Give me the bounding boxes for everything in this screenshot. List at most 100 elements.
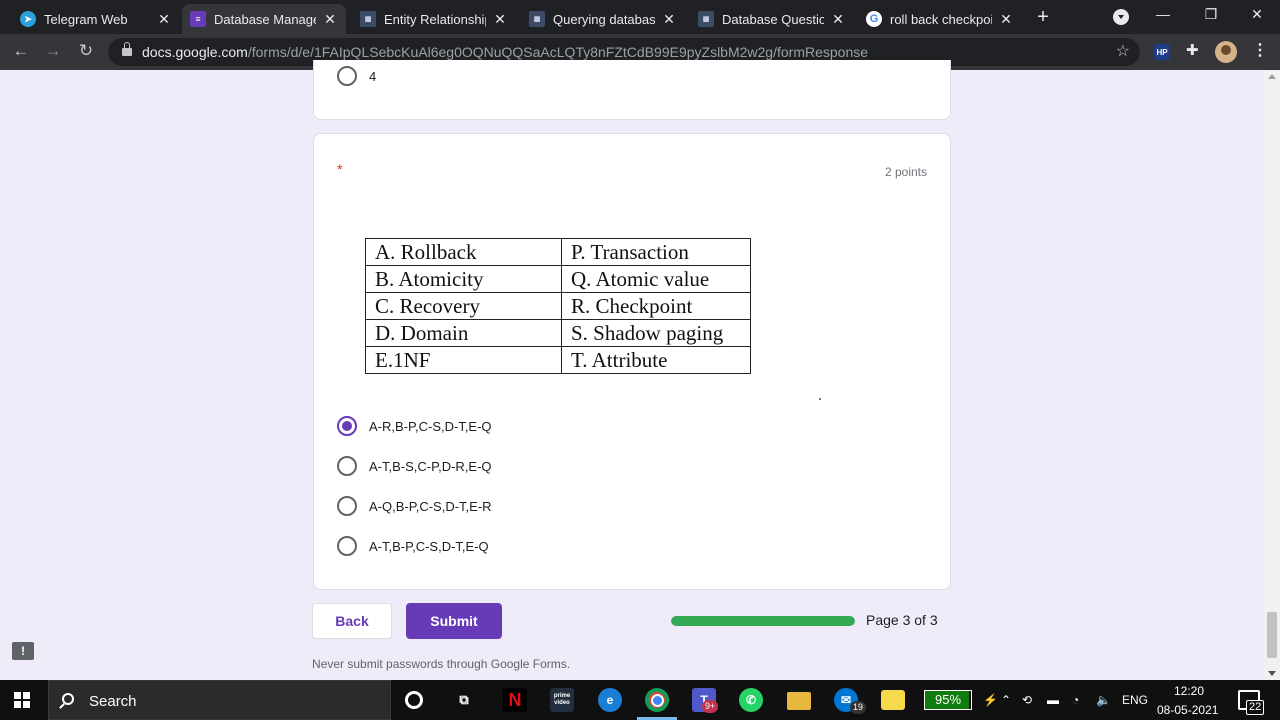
url-text[interactable]: docs.google.com/forms/d/e/1FAIpQLSebcKuA… [142,44,868,60]
whatsapp-icon[interactable]: ✆ [739,688,763,712]
tab-database-questions[interactable]: ▦ Database Questions ✕ [690,4,854,34]
tab-querying-database[interactable]: ▦ Querying database ✕ [521,4,685,34]
module-icon: ▦ [529,11,545,27]
tab-title: Database Questions [722,11,824,27]
scroll-up-icon[interactable] [1268,74,1276,79]
sync-icon[interactable]: ⟲ [1022,693,1032,707]
submit-button[interactable]: Submit [406,603,502,639]
close-icon[interactable]: ✕ [661,11,677,28]
option-label[interactable]: A-T,B-P,C-S,D-T,E-Q [369,539,489,554]
tab-database-management[interactable]: ≡ Database Managem ✕ [182,4,346,34]
table-row: B. Atomicity Q. Atomic value [365,265,751,293]
radio-option-4[interactable] [337,536,357,556]
forward-arrow-icon[interactable]: → [42,41,64,61]
previous-question-card: 4 [313,60,951,120]
taskbar-search-label: Search [89,693,137,710]
google-forms-icon: ≡ [190,11,206,27]
table-cell: A. Rollback [365,238,562,266]
cortana-icon[interactable] [405,691,423,709]
radio-option-2[interactable] [337,456,357,476]
table-row: A. Rollback P. Transaction [365,238,751,266]
table-cell: P. Transaction [561,238,751,266]
chrome-icon[interactable] [645,688,669,712]
bookmark-star-icon[interactable]: ☆ [1116,41,1130,61]
feedback-icon[interactable]: ! [12,642,34,660]
power-icon[interactable]: ⚡ [983,693,998,707]
table-cell: T. Attribute [561,346,751,374]
netflix-icon[interactable]: N [503,688,527,712]
required-mark: * [337,161,343,177]
radio-option-previous[interactable] [337,66,357,86]
search-icon [62,693,74,705]
battery-indicator[interactable]: 95% [924,690,972,710]
option-label: 4 [369,69,377,84]
radio-option-1[interactable] [337,416,357,436]
close-icon[interactable]: ✕ [156,11,172,28]
module-icon: ▦ [360,11,376,27]
close-icon[interactable]: ✕ [830,11,846,28]
option-label[interactable]: A-R,B-P,C-S,D-T,E-Q [369,419,492,434]
restore-icon[interactable]: ❐ [1201,6,1221,23]
google-icon: G [866,11,882,27]
new-tab-button[interactable]: + [1033,6,1053,29]
minimize-icon[interactable]: — [1153,6,1173,22]
table-cell: B. Atomicity [365,265,562,293]
table-cell: D. Domain [365,319,562,347]
table-row: C. Recovery R. Checkpoint [365,292,751,320]
table-row: D. Domain S. Shadow paging [365,319,751,347]
input-language[interactable]: ENG [1122,693,1148,707]
tab-title: Entity Relationship M [384,11,486,27]
module-icon: ▦ [698,11,714,27]
table-cell: S. Shadow paging [561,319,751,347]
display-icon[interactable]: ▬ [1047,693,1059,707]
table-row: E.1NF T. Attribute [365,346,751,374]
task-view-icon[interactable]: ⧉ [452,688,476,712]
tab-title: Database Managem [214,11,316,27]
windows-taskbar: Search ⧉ N prime video e T 9+ ✆ ✉ 19 [0,680,1280,720]
tab-entity-relationship[interactable]: ▦ Entity Relationship M ✕ [352,4,516,34]
tab-title: roll back checkpoin [890,11,992,27]
teams-badge: 9+ [702,700,719,713]
profile-avatar[interactable] [1215,41,1237,63]
page-indicator: Page 3 of 3 [866,612,938,628]
radio-option-3[interactable] [337,496,357,516]
table-cell: E.1NF [365,346,562,374]
scroll-down-icon[interactable] [1268,671,1276,676]
page-scrollbar[interactable] [1264,70,1280,680]
scrollbar-thumb[interactable] [1267,612,1277,658]
window-close-icon[interactable]: ✕ [1247,6,1267,23]
close-icon[interactable]: ✕ [492,11,508,28]
volume-icon[interactable]: 🔈 [1096,693,1111,707]
url-path: /forms/d/e/1FAIpQLSebcKuAl6eg0OQNuQQSaAc… [247,44,869,60]
edge-icon[interactable]: e [598,688,622,712]
battery-percent: 95% [934,692,962,707]
extensions-puzzle-icon[interactable]: ✚ [1186,41,1199,59]
reload-icon[interactable]: ↻ [75,41,97,61]
prime-video-icon[interactable]: prime video [550,688,574,712]
show-hidden-icons-icon[interactable]: ⌃ [1001,693,1011,707]
tab-title: Querying database [553,11,655,27]
option-label[interactable]: A-T,B-S,C-P,D-R,E-Q [369,459,492,474]
hp-extension-icon[interactable]: HP [1154,44,1170,60]
lock-icon[interactable] [122,42,132,56]
browser-menu-icon[interactable]: ⋮ [1252,40,1268,60]
telegram-icon: ➤ [20,11,36,27]
close-icon[interactable]: ✕ [998,11,1014,28]
password-disclaimer: Never submit passwords through Google Fo… [312,657,571,671]
match-table-image: A. Rollback P. Transaction B. Atomicity … [365,238,751,374]
tab-roll-back-checkpoint[interactable]: G roll back checkpoin ✕ [858,4,1022,34]
sticky-notes-icon[interactable] [881,690,905,710]
question-points: 2 points [884,165,927,179]
taskbar-search-box[interactable]: Search [48,680,391,720]
clock-time[interactable]: 12:20 [1174,684,1204,698]
close-icon[interactable]: ✕ [322,11,338,28]
clock-date[interactable]: 08-05-2021 [1157,703,1218,717]
option-label[interactable]: A-Q,B-P,C-S,D-T,E-R [369,499,492,514]
tab-telegram-web[interactable]: ➤ Telegram Web ✕ [12,4,180,34]
back-button[interactable]: Back [312,603,392,639]
tab-search-icon[interactable] [1113,9,1129,25]
back-arrow-icon[interactable]: ← [10,41,32,61]
wifi-icon[interactable]: ◔ [1072,693,1079,707]
file-explorer-icon[interactable] [787,692,811,710]
windows-start-icon[interactable] [14,692,30,708]
